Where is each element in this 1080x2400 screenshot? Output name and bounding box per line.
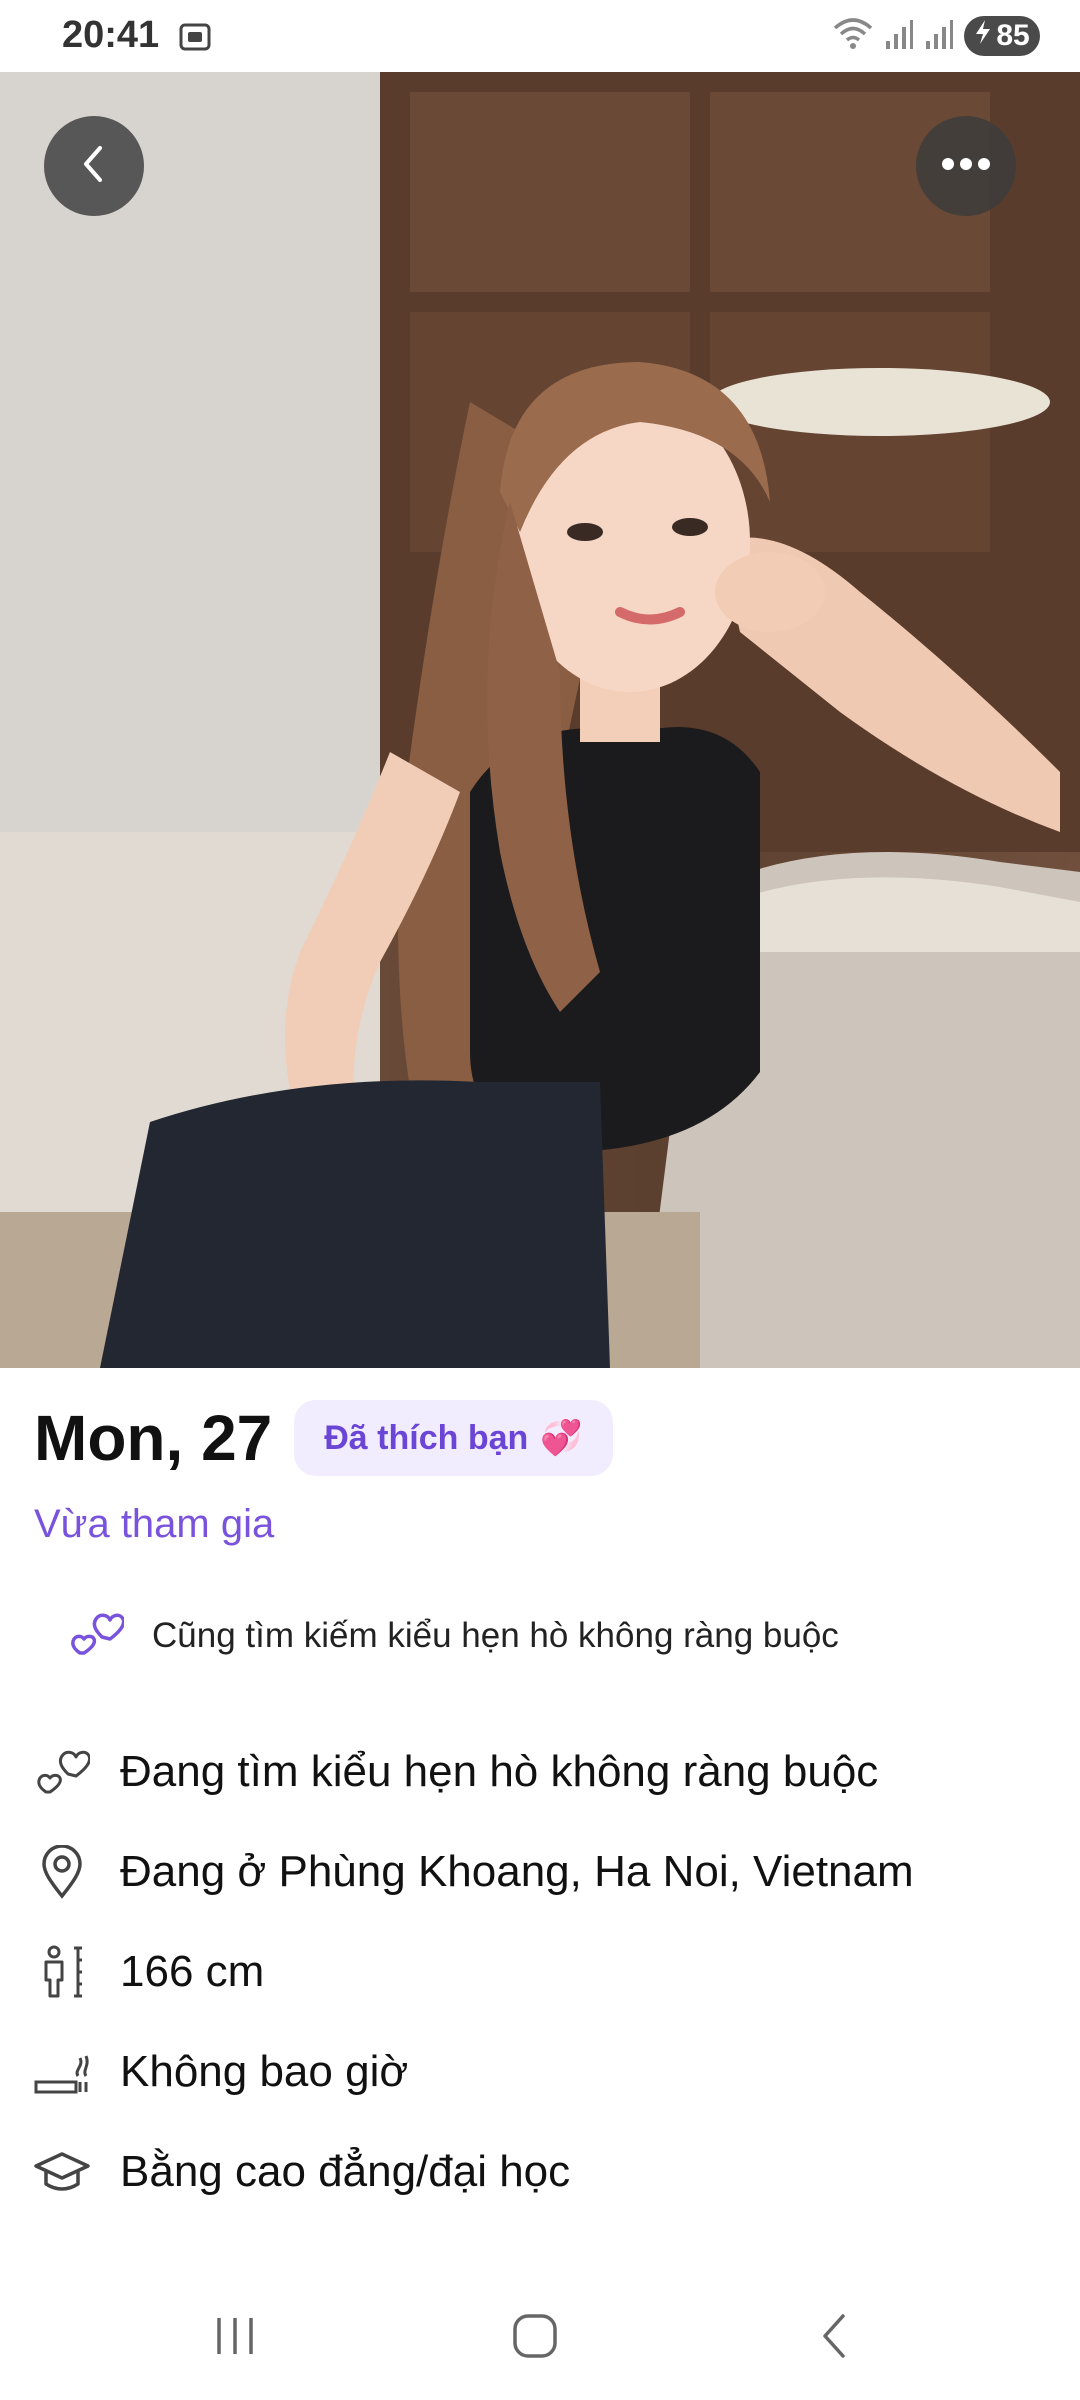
liked-you-badge: Đã thích bạn 💞 — [294, 1400, 613, 1476]
location-pin-icon — [34, 1844, 90, 1900]
graduation-cap-icon — [34, 2144, 90, 2200]
attribute-smoking: Không bao giờ — [34, 2022, 1046, 2122]
battery-indicator: 85 — [964, 16, 1040, 56]
wifi-icon — [832, 16, 874, 57]
system-nav-bar — [0, 2280, 1080, 2400]
shared-interest-row: Cũng tìm kiếm kiểu hẹn hò không ràng buộ… — [34, 1607, 1046, 1664]
joined-status: Vừa tham gia — [34, 1502, 275, 1546]
two-hearts-emoji: 💞 — [540, 1419, 583, 1457]
system-back-button[interactable] — [800, 2308, 870, 2368]
signal-icon — [924, 17, 954, 56]
profile-name-age: Mon, 27 — [34, 1402, 273, 1474]
more-horizontal-icon — [941, 157, 991, 176]
chevron-left-icon — [74, 142, 114, 191]
profile-photo[interactable] — [0, 72, 1080, 1368]
recent-apps-button[interactable] — [200, 2308, 270, 2368]
attribute-height: 166 cm — [34, 1922, 1046, 2022]
smoking-icon — [34, 2044, 90, 2100]
battery-level: 85 — [996, 19, 1030, 52]
recent-apps-icon — [213, 2314, 257, 2363]
attribute-label: 166 cm — [120, 1947, 265, 1996]
attribute-label: Không bao giờ — [120, 2047, 409, 2096]
profile-photo-illustration — [0, 72, 1080, 1368]
shared-interest-text: Cũng tìm kiếm kiểu hẹn hò không ràng buộ… — [152, 1615, 839, 1655]
hearts-icon — [68, 1607, 126, 1664]
home-icon — [511, 2312, 559, 2365]
home-button[interactable] — [500, 2308, 570, 2368]
attribute-label: Đang tìm kiểu hẹn hò không ràng buộc — [120, 1747, 879, 1796]
screenshot-icon — [178, 20, 212, 54]
back-button[interactable] — [44, 116, 144, 216]
attribute-location: Đang ở Phùng Khoang, Ha Noi, Vietnam — [34, 1822, 1046, 1922]
attribute-label: Đang ở Phùng Khoang, Ha Noi, Vietnam — [120, 1847, 914, 1896]
name-row: Mon, 27 Đã thích bạn 💞 — [34, 1400, 1046, 1476]
attribute-dating-intent: Đang tìm kiểu hẹn hò không ràng buộc — [34, 1722, 1046, 1822]
hearts-icon — [34, 1744, 90, 1800]
signal-icon — [884, 17, 914, 56]
back-icon — [815, 2312, 855, 2365]
profile-info: Mon, 27 Đã thích bạn 💞 Vừa tham gia Cũng… — [34, 1400, 1046, 2222]
attribute-education: Bằng cao đẳng/đại học — [34, 2122, 1046, 2222]
attribute-label: Bằng cao đẳng/đại học — [120, 2147, 571, 2196]
height-icon — [34, 1944, 90, 2000]
status-icons: 85 — [832, 14, 1040, 58]
liked-badge-label: Đã thích bạn — [324, 1418, 529, 1457]
status-bar: 20:41 85 — [0, 0, 1080, 72]
more-options-button[interactable] — [916, 116, 1016, 216]
status-time: 20:41 — [62, 14, 160, 56]
battery-charging-icon — [974, 19, 992, 53]
profile-attributes: Đang tìm kiểu hẹn hò không ràng buộc Đan… — [34, 1722, 1046, 2222]
